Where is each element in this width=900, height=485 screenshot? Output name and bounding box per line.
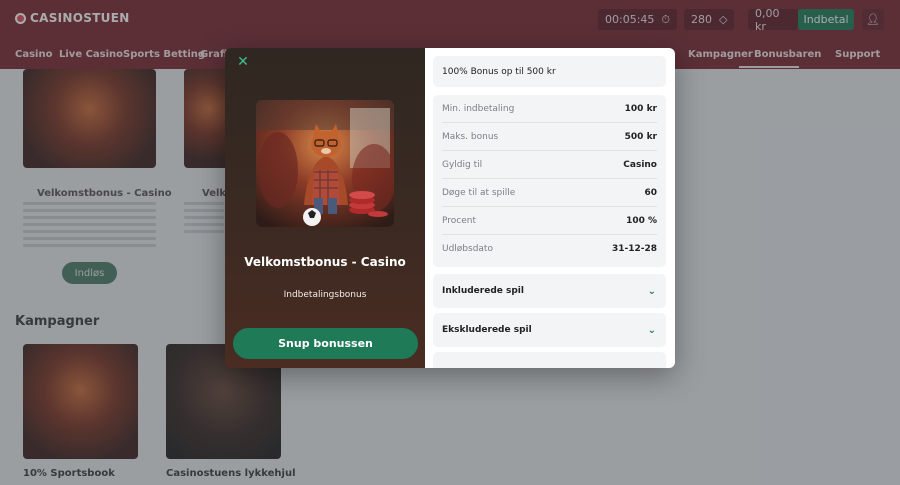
- modal-title: Velkomstbonus - Casino: [225, 254, 425, 270]
- detail-row-max-bonus: Maks. bonus 500 kr: [442, 123, 657, 151]
- modal-hero-panel: ✕ Velkomstbonus - Casino Indbetalingsbon…: [225, 48, 425, 368]
- detail-label: Procent: [442, 215, 476, 226]
- detail-label: Døge til at spille: [442, 187, 516, 198]
- detail-value: 500 kr: [624, 131, 657, 142]
- chevron-down-icon: ⌄: [647, 285, 656, 297]
- detail-label: Maks. bonus: [442, 131, 499, 142]
- detail-row-expiry: Udløbsdato 31-12-28: [442, 235, 657, 263]
- bonus-details: Min. indbetaling 100 kr Maks. bonus 500 …: [433, 95, 666, 267]
- detail-row-min-deposit: Min. indbetaling 100 kr: [442, 95, 657, 123]
- detail-row-percent: Procent 100 %: [442, 207, 657, 235]
- detail-row-days-to-play: Døge til at spille 60: [442, 179, 657, 207]
- bonus-headline: 100% Bonus op til 500 kr: [433, 56, 666, 87]
- detail-row-valid-for: Gyldig til Casino: [442, 151, 657, 179]
- detail-value: 100 %: [626, 215, 657, 226]
- detail-label: Gyldig til: [442, 159, 483, 170]
- modal-title-text: Velkomstbonus - Casino: [244, 255, 406, 269]
- detail-value: 31-12-28: [611, 244, 657, 254]
- chevron-down-icon: ⌄: [647, 324, 656, 336]
- accordion-label: Inkluderede spil: [442, 286, 524, 296]
- modal-details-panel[interactable]: 100% Bonus op til 500 kr Min. indbetalin…: [425, 48, 675, 368]
- detail-value: 60: [644, 187, 657, 198]
- modal-subtitle: Indbetalingsbonus: [283, 290, 367, 300]
- more-accordion[interactable]: [433, 352, 666, 368]
- excluded-games-accordion[interactable]: Ekskluderede spil ⌄: [433, 313, 666, 347]
- close-icon[interactable]: ✕: [235, 54, 251, 70]
- included-games-accordion[interactable]: Inkluderede spil ⌄: [433, 274, 666, 308]
- detail-label: Min. indbetaling: [442, 103, 515, 114]
- detail-label: Udløbsdato: [442, 244, 493, 254]
- bonus-modal: ✕ Velkomstbonus - Casino Indbetalingsbon…: [225, 48, 675, 368]
- claim-bonus-button[interactable]: Snup bonussen: [233, 328, 418, 359]
- bonus-promo-image: [256, 100, 394, 227]
- detail-value: Casino: [623, 159, 657, 170]
- accordion-label: Ekskluderede spil: [442, 325, 532, 335]
- detail-value: 100 kr: [624, 103, 657, 114]
